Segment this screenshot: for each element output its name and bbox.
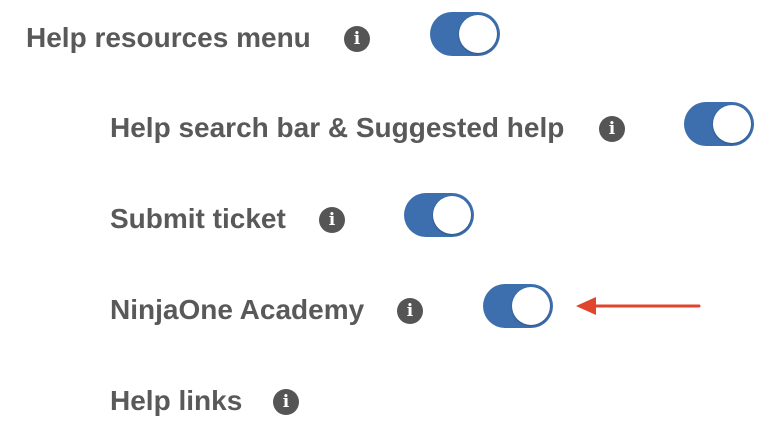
setting-label-help-resources-menu: Help resources menu [26,22,311,53]
arrow-left-icon [576,297,701,315]
toggle-knob [713,105,751,143]
setting-label-help-search-bar: Help search bar & Suggested help [110,112,565,143]
info-icon[interactable]: i [599,116,625,142]
toggle-help-search-bar[interactable] [684,102,754,146]
info-icon[interactable]: i [397,298,423,324]
setting-label-submit-ticket: Submit ticket [110,203,286,234]
toggle-knob [433,196,471,234]
setting-label-help-links: Help links [110,385,243,416]
toggle-submit-ticket[interactable] [404,193,474,237]
info-icon[interactable]: i [344,26,370,52]
setting-label-ninjaone-academy: NinjaOne Academy [110,294,365,325]
toggle-ninjaone-academy[interactable] [483,284,553,328]
info-icon[interactable]: i [273,389,299,415]
toggle-knob [512,287,550,325]
toggle-knob [459,15,497,53]
info-icon[interactable]: i [319,207,345,233]
toggle-help-resources-menu[interactable] [430,12,500,56]
